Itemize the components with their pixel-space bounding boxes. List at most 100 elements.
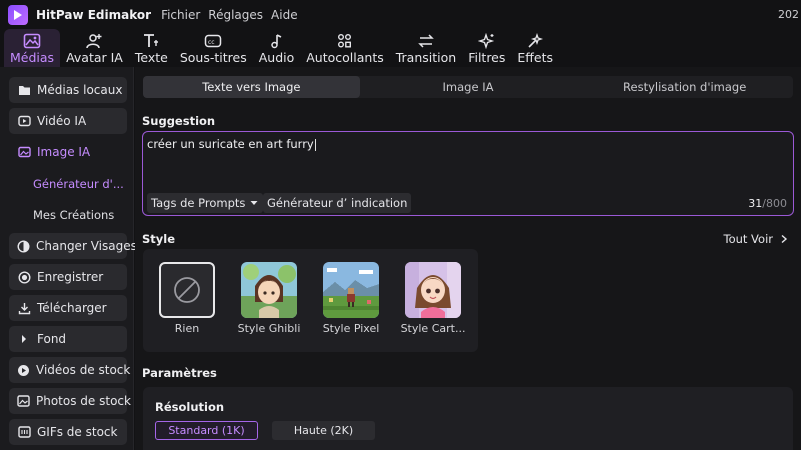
filter-icon: [477, 32, 497, 50]
style-option-cartoon[interactable]: [405, 262, 461, 318]
tab-restylisation[interactable]: Restylisation d'image: [576, 76, 793, 98]
video-ai-icon: [17, 114, 31, 128]
image-icon: [22, 32, 42, 50]
sidebar-item-image-ia[interactable]: Image IA: [9, 139, 127, 165]
tool-label: Audio: [258, 50, 295, 65]
sidebar-item-label: Image IA: [37, 145, 91, 159]
tool-filtres[interactable]: Filtres: [462, 29, 511, 67]
no-style-icon: [174, 277, 200, 303]
prompt-value: créer un suricate en art furry: [147, 137, 316, 151]
tool-autocollants[interactable]: Autocollants: [300, 29, 389, 67]
caret-right-icon: [17, 332, 31, 346]
ghibli-thumbnail: [241, 262, 297, 318]
mode-tabs: Texte vers Image Image IA Restylisation …: [143, 76, 793, 98]
sidebar-item-label: Vidéo IA: [37, 114, 87, 128]
subtitles-icon: cc: [203, 32, 223, 50]
sidebar-item-video-ia[interactable]: Vidéo IA: [9, 108, 127, 134]
tool-effets[interactable]: Effets: [511, 29, 559, 67]
tool-label: Sous-titres: [179, 50, 247, 65]
style-label-ghibli: Style Ghibli: [237, 322, 301, 335]
main-toolbar: Médias Avatar IA Texte cc Sous-titres Au…: [0, 29, 801, 67]
tool-label: Médias: [10, 50, 55, 65]
sidebar-item-label: Enregistrer: [37, 270, 104, 284]
sidebar-item-label: Vidéos de stock: [36, 363, 131, 377]
menu-fichier[interactable]: Fichier: [161, 8, 200, 22]
resolution-title: Résolution: [155, 400, 225, 414]
app-name: HitPaw Edimakor: [36, 7, 152, 22]
stock-photo-icon: [17, 394, 30, 408]
tool-label: Effets: [517, 50, 554, 65]
tags-prompts-dropdown[interactable]: Tags de Prompts: [147, 193, 264, 213]
see-all-link[interactable]: Tout Voir: [724, 232, 790, 246]
resolution-high-button[interactable]: Haute (2K): [272, 421, 375, 440]
music-icon: [266, 32, 286, 50]
text-caret: [314, 138, 316, 151]
text-icon: [141, 32, 161, 50]
prompt-textarea[interactable]: créer un suricate en art furry Tags de P…: [142, 131, 794, 216]
sidebar-item-photos-stock[interactable]: Photos de stock: [9, 388, 131, 414]
style-label-pixel: Style Pixel: [322, 322, 380, 335]
style-option-ghibli[interactable]: [241, 262, 297, 318]
style-label-cartoon: Style Cart...: [400, 322, 466, 335]
record-icon: [17, 270, 31, 284]
tab-texte-vers-image[interactable]: Texte vers Image: [143, 76, 360, 98]
tool-label: Avatar IA: [66, 50, 123, 65]
tab-image-ia[interactable]: Image IA: [360, 76, 577, 98]
stickers-icon: [335, 32, 355, 50]
sidebar-subitem-generateur[interactable]: Générateur d'...: [33, 177, 124, 191]
folder-icon: [17, 83, 31, 97]
cartoon-thumbnail: [405, 262, 461, 318]
resolution-standard-button[interactable]: Standard (1K): [155, 421, 258, 440]
prompt-generator-button[interactable]: Générateur d’ indication: [263, 193, 412, 213]
tool-label: Texte: [134, 50, 168, 65]
stock-video-icon: [17, 363, 30, 377]
menu-reglages[interactable]: Réglages: [208, 8, 263, 22]
style-label-none: Rien: [174, 322, 200, 335]
svg-text:cc: cc: [208, 39, 215, 46]
style-options-panel: Rien Style Ghibli Style Pixel Style Cart…: [143, 249, 478, 352]
menu-aide[interactable]: Aide: [271, 8, 298, 22]
sidebar-item-enregistrer[interactable]: Enregistrer: [9, 264, 127, 290]
params-title: Paramètres: [142, 366, 217, 380]
tool-sous-titres[interactable]: cc Sous-titres: [174, 29, 253, 67]
tool-medias[interactable]: Médias: [4, 29, 61, 67]
char-counter: 31/800: [748, 197, 787, 210]
sidebar-item-label: Médias locaux: [37, 83, 123, 97]
tool-transition[interactable]: Transition: [390, 29, 462, 67]
tool-avatar-ia[interactable]: Avatar IA: [60, 29, 129, 67]
sidebar-subitem-mes-creations[interactable]: Mes Créations: [33, 208, 114, 222]
style-option-none[interactable]: [159, 262, 215, 318]
image-ai-icon: [17, 145, 31, 159]
sidebar-item-videos-stock[interactable]: Vidéos de stock: [9, 357, 131, 383]
tool-label: Transition: [395, 50, 457, 65]
year-fragment: 202: [778, 8, 799, 21]
sidebar-item-changer-visages[interactable]: Changer Visages: [9, 233, 137, 259]
see-all-label: Tout Voir: [723, 232, 774, 246]
sidebar-item-label: Changer Visages: [36, 239, 137, 253]
params-panel: Résolution Standard (1K) Haute (2K): [143, 387, 793, 450]
style-title: Style: [142, 232, 176, 246]
suggestion-title: Suggestion: [142, 114, 216, 128]
tool-label: Filtres: [468, 50, 506, 65]
tool-audio[interactable]: Audio: [253, 29, 301, 67]
sidebar-item-label: Photos de stock: [36, 394, 131, 408]
sidebar-item-label: Fond: [37, 332, 67, 346]
chevron-down-icon: [250, 201, 258, 205]
sidebar-item-fond[interactable]: Fond: [9, 326, 127, 352]
app-logo-icon: [8, 4, 28, 25]
style-option-pixel[interactable]: [323, 262, 379, 318]
tool-label: Autocollants: [306, 50, 384, 65]
pixel-thumbnail: [323, 262, 379, 318]
main-panel: Texte vers Image Image IA Restylisation …: [135, 67, 801, 450]
tool-texte[interactable]: Texte: [129, 29, 174, 67]
avatar-add-icon: [84, 32, 104, 50]
effects-icon: [525, 32, 545, 50]
sidebar-item-gifs-stock[interactable]: GIFs de stock: [9, 419, 127, 445]
sidebar-item-label: GIFs de stock: [37, 425, 118, 439]
download-icon: [17, 301, 31, 315]
sidebar-item-medias-locaux[interactable]: Médias locaux: [9, 77, 127, 103]
face-swap-icon: [17, 239, 30, 253]
sidebar-item-telecharger[interactable]: Télécharger: [9, 295, 127, 321]
sidebar-item-label: Télécharger: [37, 301, 107, 315]
sidebar: Médias locaux Vidéo IA Image IA Générate…: [0, 67, 137, 450]
